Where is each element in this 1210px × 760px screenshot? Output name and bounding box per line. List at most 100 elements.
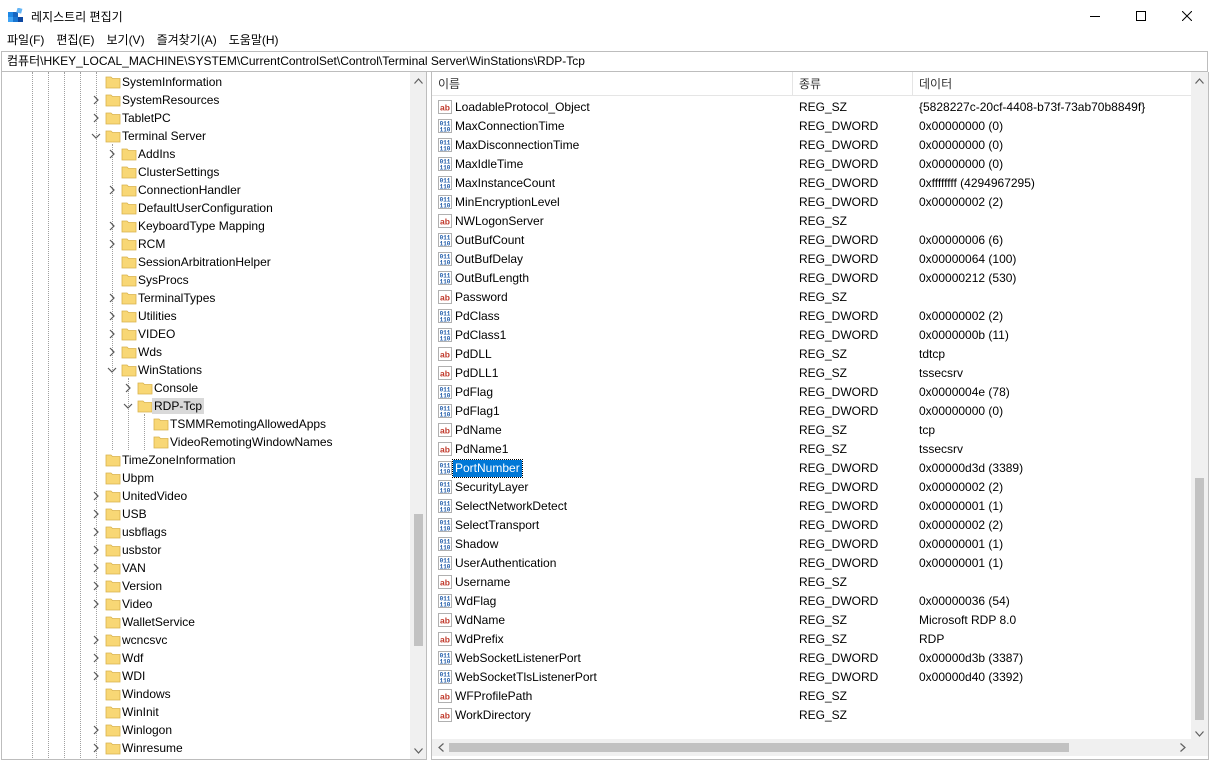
scroll-down-arrow-icon[interactable]	[410, 742, 426, 759]
tree-item[interactable]: TerminalTypes	[2, 289, 410, 307]
chevron-right-icon[interactable]	[107, 239, 117, 249]
value-row[interactable]: 011 110 OutBufLength REG_DWORD 0x00000212 (5…	[432, 269, 1192, 288]
value-row[interactable]: 011 110 PdClass REG_DWORD 0x00000002 (2)	[432, 307, 1192, 326]
tree-item[interactable]: SystemResources	[2, 91, 410, 109]
tree-item[interactable]: Winlogon	[2, 721, 410, 739]
address-bar[interactable]: 컴퓨터\HKEY_LOCAL_MACHINE\SYSTEM\CurrentCon…	[1, 51, 1208, 72]
values-list[interactable]: 이름 종류 데이터 ab LoadableProtocol_Object REG_S…	[431, 72, 1209, 760]
tree-item[interactable]: KeyboardType Mapping	[2, 217, 410, 235]
value-row[interactable]: 011 110 OutBufCount REG_DWORD 0x00000006 (6)	[432, 231, 1192, 250]
minimize-button[interactable]	[1072, 0, 1118, 31]
chevron-right-icon[interactable]	[91, 527, 101, 537]
chevron-right-icon[interactable]	[91, 671, 101, 681]
menu-favorites[interactable]: 즐겨찾기(A)	[151, 31, 223, 51]
chevron-down-icon[interactable]	[91, 131, 101, 141]
chevron-right-icon[interactable]	[107, 221, 117, 231]
chevron-right-icon[interactable]	[107, 311, 117, 321]
value-row[interactable]: ab WFProfilePath REG_SZ	[432, 687, 1192, 706]
list-vertical-scrollbar[interactable]	[1191, 72, 1208, 742]
maximize-button[interactable]	[1118, 0, 1164, 31]
column-header-name[interactable]: 이름	[432, 72, 793, 96]
chevron-right-icon[interactable]	[91, 653, 101, 663]
chevron-down-icon[interactable]	[107, 365, 117, 375]
key-tree[interactable]: SystemInformation SystemResources TabletPC…	[1, 72, 427, 760]
value-row[interactable]: 011 110 MinEncryptionLevel REG_DWORD 0x00000…	[432, 193, 1192, 212]
chevron-right-icon[interactable]	[107, 185, 117, 195]
tree-item[interactable]: VIDEO	[2, 325, 410, 343]
value-row[interactable]: 011 110 WebSocketListenerPort REG_DWORD 0x00…	[432, 649, 1192, 668]
chevron-right-icon[interactable]	[91, 599, 101, 609]
value-row[interactable]: 011 110 PdFlag REG_DWORD 0x0000004e (78)	[432, 383, 1192, 402]
value-row[interactable]: 011 110 MaxIdleTime REG_DWORD 0x00000000 (0)	[432, 155, 1192, 174]
value-row[interactable]: 011 110 Shadow REG_DWORD 0x00000001 (1)	[432, 535, 1192, 554]
tree-item[interactable]: usbflags	[2, 523, 410, 541]
chevron-right-icon[interactable]	[91, 491, 101, 501]
tree-item[interactable]: TabletPC	[2, 109, 410, 127]
chevron-right-icon[interactable]	[91, 725, 101, 735]
value-row[interactable]: ab LoadableProtocol_Object REG_SZ {5828227c…	[432, 98, 1192, 117]
tree-item[interactable]: Utilities	[2, 307, 410, 325]
chevron-right-icon[interactable]	[91, 635, 101, 645]
tree-item[interactable]: Windows	[2, 685, 410, 703]
tree-item[interactable]: Console	[2, 379, 410, 397]
value-row[interactable]: 011 110 WebSocketTlsListenerPort REG_DWORD 0…	[432, 668, 1192, 687]
tree-item[interactable]: TimeZoneInformation	[2, 451, 410, 469]
tree-item[interactable]: SessionArbitrationHelper	[2, 253, 410, 271]
scroll-right-arrow-icon[interactable]	[1174, 739, 1191, 756]
menu-file[interactable]: 파일(F)	[0, 31, 50, 51]
scroll-up-arrow-icon[interactable]	[1191, 72, 1208, 89]
tree-item[interactable]: ConnectionHandler	[2, 181, 410, 199]
chevron-right-icon[interactable]	[123, 383, 133, 393]
tree-scroll-thumb[interactable]	[414, 514, 423, 646]
tree-item[interactable]: usbstor	[2, 541, 410, 559]
tree-item[interactable]: WinInit	[2, 703, 410, 721]
tree-item[interactable]: WalletService	[2, 613, 410, 631]
value-row[interactable]: 011 110 UserAuthentication REG_DWORD 0x00000…	[432, 554, 1192, 573]
tree-item[interactable]: USB	[2, 505, 410, 523]
tree-item[interactable]: VideoRemotingWindowNames	[2, 433, 410, 451]
value-row[interactable]: ab PdDLL REG_SZ tdtcp	[432, 345, 1192, 364]
value-row[interactable]: ab PdName1 REG_SZ tssecsrv	[432, 440, 1192, 459]
chevron-right-icon[interactable]	[91, 545, 101, 555]
menu-edit[interactable]: 편집(E)	[50, 31, 100, 51]
column-header-data[interactable]: 데이터	[913, 72, 1192, 96]
value-row[interactable]: 011 110 MaxDisconnectionTime REG_DWORD 0x000…	[432, 136, 1192, 155]
chevron-right-icon[interactable]	[91, 95, 101, 105]
value-row[interactable]: 011 110 WdFlag REG_DWORD 0x00000036 (54)	[432, 592, 1192, 611]
value-row[interactable]: 011 110 MaxConnectionTime REG_DWORD 0x000000…	[432, 117, 1192, 136]
value-row[interactable]: 011 110 MaxInstanceCount REG_DWORD 0xfffffff…	[432, 174, 1192, 193]
tree-item[interactable]: ClusterSettings	[2, 163, 410, 181]
tree-item[interactable]: Wdf	[2, 649, 410, 667]
value-row[interactable]: ab Username REG_SZ	[432, 573, 1192, 592]
value-row[interactable]: ab Password REG_SZ	[432, 288, 1192, 307]
tree-item[interactable]: Terminal Server	[2, 127, 410, 145]
tree-item[interactable]: RCM	[2, 235, 410, 253]
tree-item[interactable]: WinStations	[2, 361, 410, 379]
tree-item[interactable]: Winresume	[2, 739, 410, 757]
menu-help[interactable]: 도움말(H)	[223, 31, 285, 51]
list-horizontal-scrollbar[interactable]	[432, 739, 1191, 756]
value-row[interactable]: ab NWLogonServer REG_SZ	[432, 212, 1192, 231]
value-row[interactable]: 011 110 SecurityLayer REG_DWORD 0x00000002 (…	[432, 478, 1192, 497]
value-row[interactable]: ab WorkDirectory REG_SZ	[432, 706, 1192, 725]
chevron-right-icon[interactable]	[91, 743, 101, 753]
value-row[interactable]: 011 110 SelectTransport REG_DWORD 0x00000002…	[432, 516, 1192, 535]
chevron-down-icon[interactable]	[123, 401, 133, 411]
chevron-right-icon[interactable]	[91, 563, 101, 573]
list-scroll-thumb[interactable]	[1195, 478, 1204, 720]
chevron-right-icon[interactable]	[91, 509, 101, 519]
chevron-right-icon[interactable]	[107, 149, 117, 159]
menu-view[interactable]: 보기(V)	[100, 31, 150, 51]
scroll-up-arrow-icon[interactable]	[410, 72, 426, 89]
tree-vertical-scrollbar[interactable]	[410, 72, 426, 759]
tree-item[interactable]: VAN	[2, 559, 410, 577]
value-row[interactable]: 011 110 PdFlag1 REG_DWORD 0x00000000 (0)	[432, 402, 1192, 421]
tree-item[interactable]: Ubpm	[2, 469, 410, 487]
tree-item[interactable]: Wds	[2, 343, 410, 361]
value-row[interactable]: ab WdName REG_SZ Microsoft RDP 8.0	[432, 611, 1192, 630]
tree-item[interactable]: SystemInformation	[2, 73, 410, 91]
value-row[interactable]: ab PdDLL1 REG_SZ tssecsrv	[432, 364, 1192, 383]
chevron-right-icon[interactable]	[107, 293, 117, 303]
chevron-right-icon[interactable]	[107, 329, 117, 339]
tree-item[interactable]: Video	[2, 595, 410, 613]
